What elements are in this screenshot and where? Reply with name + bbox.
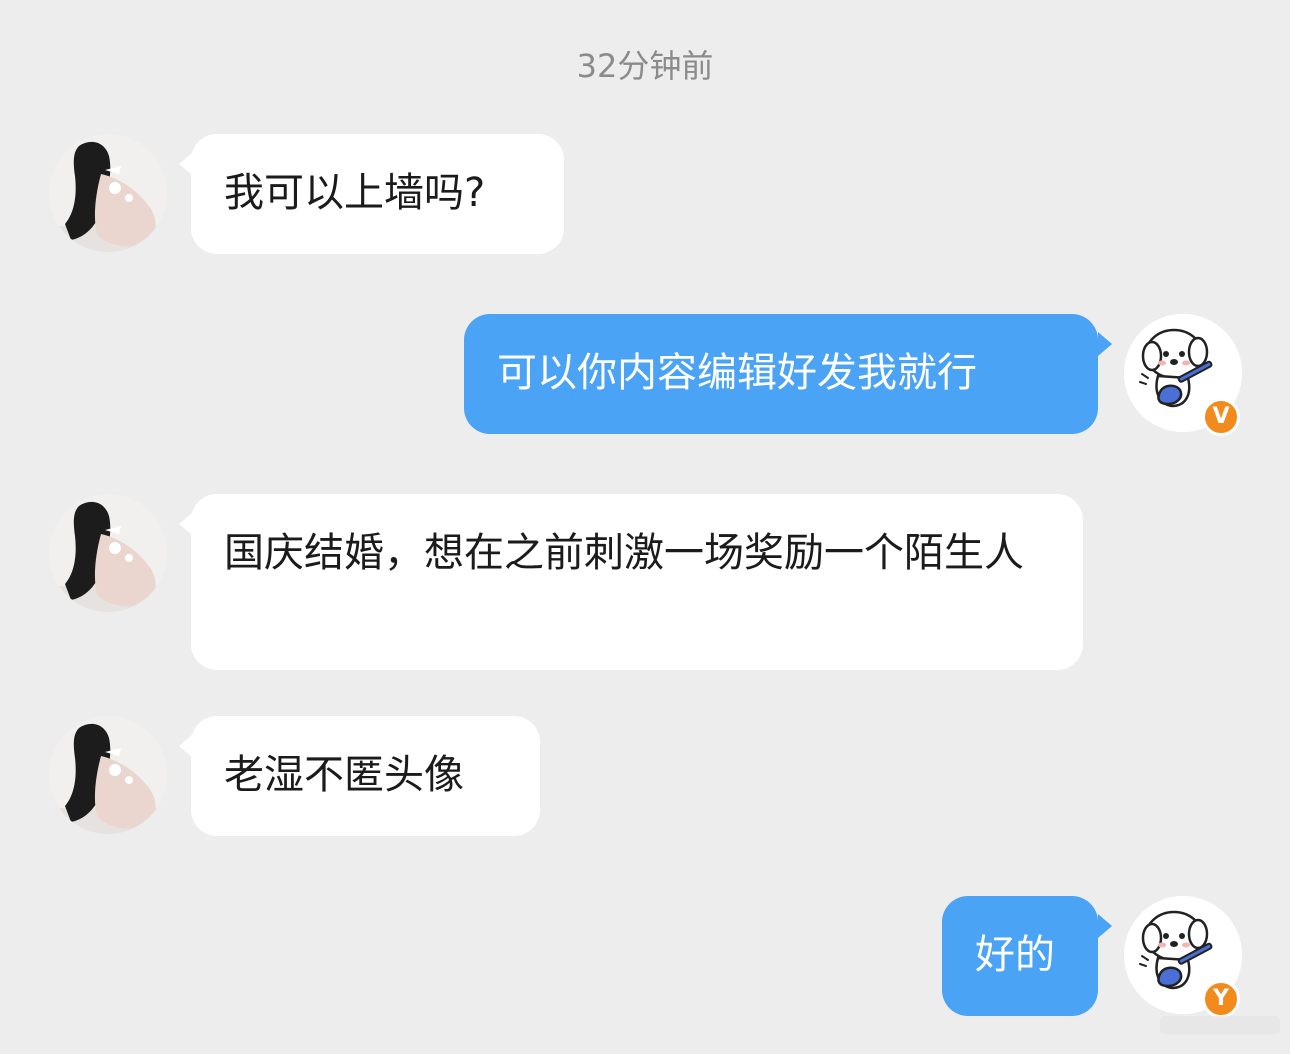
message-text: 好的 [975, 932, 1055, 978]
message-row: 可以你内容编辑好发我就行 V [0, 314, 1290, 436]
message-text: 国庆结婚，想在之前刺激一场奖励一个陌生人 [224, 530, 1024, 576]
message-row: 好的 Y [0, 896, 1290, 1018]
message-row: 国庆结婚，想在之前刺激一场奖励一个陌生人 [0, 494, 1290, 670]
message-row: 我可以上墙吗? [0, 134, 1290, 254]
sender-avatar[interactable] [49, 494, 167, 612]
bubble-tail [1098, 332, 1112, 356]
sender-avatar[interactable] [49, 134, 167, 252]
watermark-logo-icon [1160, 1016, 1280, 1034]
bubble-tail [1098, 914, 1112, 938]
message-bubble-outgoing[interactable]: 好的 [942, 896, 1098, 1016]
message-bubble-incoming[interactable]: 国庆结婚，想在之前刺激一场奖励一个陌生人 [191, 494, 1083, 670]
message-text: 可以你内容编辑好发我就行 [497, 350, 977, 396]
message-bubble-incoming[interactable]: 我可以上墙吗? [191, 134, 564, 254]
user-photo-avatar-icon [49, 494, 167, 612]
chat-timestamp: 32分钟前 [576, 47, 714, 85]
message-text: 我可以上墙吗? [224, 170, 486, 216]
message-text: 老湿不匿头像 [224, 752, 464, 798]
user-photo-avatar-icon [49, 716, 167, 834]
sender-avatar[interactable] [49, 716, 167, 834]
verified-badge-icon: V [1202, 398, 1240, 436]
message-row: 老湿不匿头像 [0, 716, 1290, 836]
message-bubble-incoming[interactable]: 老湿不匿头像 [191, 716, 540, 836]
user-photo-avatar-icon [49, 134, 167, 252]
message-bubble-outgoing[interactable]: 可以你内容编辑好发我就行 [464, 314, 1098, 434]
